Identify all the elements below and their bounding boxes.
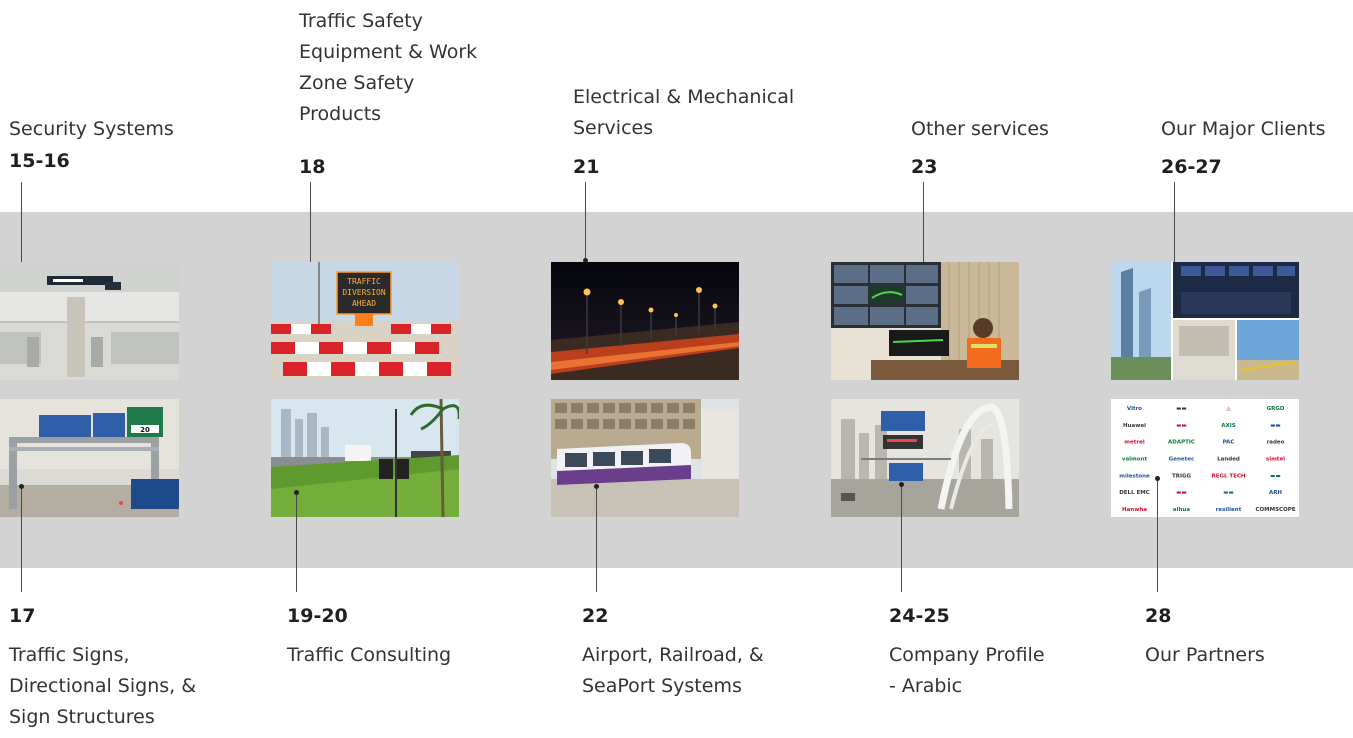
partner-logo: Landed [1217,457,1240,463]
connector-dot [294,490,299,495]
label-line: Traffic Signs, [9,644,130,666]
vms-line-2: DIVERSION [342,288,386,297]
connector-line [296,492,297,592]
label-electrical[interactable]: Electrical & Mechanical Services [573,82,794,144]
label-line: Electrical & Mechanical [573,86,795,108]
partner-logo: GRGD [1267,406,1285,412]
partner-logo: Hanwha [1122,507,1147,513]
partner-logo: valmont [1122,457,1148,463]
page-number-signs: 17 [9,605,36,627]
thumbnail-electrical[interactable] [551,262,739,380]
page-number-partners: 28 [1145,605,1172,627]
label-traffic-signs[interactable]: Traffic Signs, Directional Signs, & Sign… [9,640,196,733]
partner-logo: ARH [1269,490,1282,496]
partner-logo: PAC [1223,440,1235,446]
partner-logo: REGL TECH [1211,473,1245,479]
connector-dot [1155,476,1160,481]
partner-logo: ▬▬ [1176,406,1186,412]
label-our-partners[interactable]: Our Partners [1145,640,1265,671]
label-security-systems[interactable]: Security Systems [9,114,174,145]
page-number-clients: 26-27 [1161,156,1222,178]
label-line: Products [299,103,382,125]
page-number-electrical: 21 [573,156,600,178]
partner-logo: Huawei [1123,423,1146,429]
label-line: Our Major Clients [1161,118,1326,140]
partner-logo: ADAPTIC [1168,440,1195,446]
label-line: Company Profile [889,644,1045,666]
partner-logo: alhua [1173,507,1190,513]
thumbnail-traffic-signs[interactable]: 20 [0,399,179,517]
label-traffic-consulting[interactable]: Traffic Consulting [287,640,451,671]
label-line: Equipment & Work [299,41,478,63]
label-company-profile[interactable]: Company Profile - Arabic [889,640,1045,702]
label-line: Our Partners [1145,644,1265,666]
partner-logo: metrel [1124,440,1145,446]
connector-line [923,182,924,264]
vms-line-3: AHEAD [352,299,376,308]
label-line: Zone Safety [299,72,415,94]
page-number-profile: 24-25 [889,605,950,627]
partner-logo: ▬▬ [1270,423,1280,429]
label-line: Airport, Railroad, & [582,644,764,666]
page-number-traffic-safety: 18 [299,156,326,178]
connector-dot [19,484,24,489]
label-line: Services [573,117,654,139]
connector-line [901,484,902,592]
partner-logo: simtel [1266,457,1285,463]
vms-line-1: TRAFFIC [347,277,381,286]
connector-line [1157,478,1158,592]
thumbnail-other-services[interactable] [831,262,1019,380]
partner-logo: ▬▬ [1176,490,1186,496]
label-airport-railroad[interactable]: Airport, Railroad, & SeaPort Systems [582,640,764,702]
thumbnail-airport-railroad[interactable] [551,399,739,517]
label-traffic-safety[interactable]: Traffic Safety Equipment & Work Zone Saf… [299,6,477,130]
page-number-other: 23 [911,156,938,178]
label-other-services[interactable]: Other services [911,114,1049,145]
partner-logo: milestone [1119,473,1150,479]
partner-logo: ▬▬ [1270,473,1280,479]
thumbnail-traffic-consulting[interactable] [271,399,459,517]
page-number-security: 15-16 [9,150,70,172]
gantry-sign-number: 20 [140,426,150,434]
label-line: SeaPort Systems [582,675,742,697]
page-number-airport: 22 [582,605,609,627]
partner-logo: ▬▬ [1223,490,1233,496]
label-line: Sign Structures [9,706,155,728]
label-line: Security Systems [9,118,174,140]
partner-logo: COMMSCOPE [1255,507,1295,513]
label-line: Directional Signs, & [9,675,197,697]
connector-line [596,486,597,592]
thumbnail-security-systems[interactable] [0,262,179,380]
thumbnail-traffic-safety[interactable]: TRAFFIC DIVERSION AHEAD [271,262,459,380]
connector-line [585,182,586,260]
thumbnail-partners[interactable]: Vitro ▬▬ ◬ GRGD Huawei ▬▬ AXIS ▬▬ metrel ADAPTIC P… [1111,399,1299,517]
label-line: Traffic Safety [299,10,423,32]
partner-logo: DELL EMC [1119,490,1150,496]
partner-logo: ◬ [1226,406,1231,412]
thumbnail-company-profile[interactable] [831,399,1019,517]
partner-logo: TRIGG [1172,473,1192,479]
partner-logo: Vitro [1127,406,1142,412]
connector-dot [594,484,599,489]
connector-line [21,486,22,592]
partner-logo: AXIS [1221,423,1236,429]
partner-logo: ▬▬ [1176,423,1186,429]
label-major-clients[interactable]: Our Major Clients [1161,114,1326,145]
label-line: Traffic Consulting [287,644,452,666]
label-line: Other services [911,118,1049,140]
partner-logo: resilient [1216,507,1242,513]
partner-logo: radeo [1267,440,1285,446]
page-number-consulting: 19-20 [287,605,348,627]
connector-dot [899,482,904,487]
partner-logo: Genetec [1169,457,1195,463]
label-line: - Arabic [889,675,963,697]
thumbnail-major-clients[interactable] [1111,262,1299,380]
